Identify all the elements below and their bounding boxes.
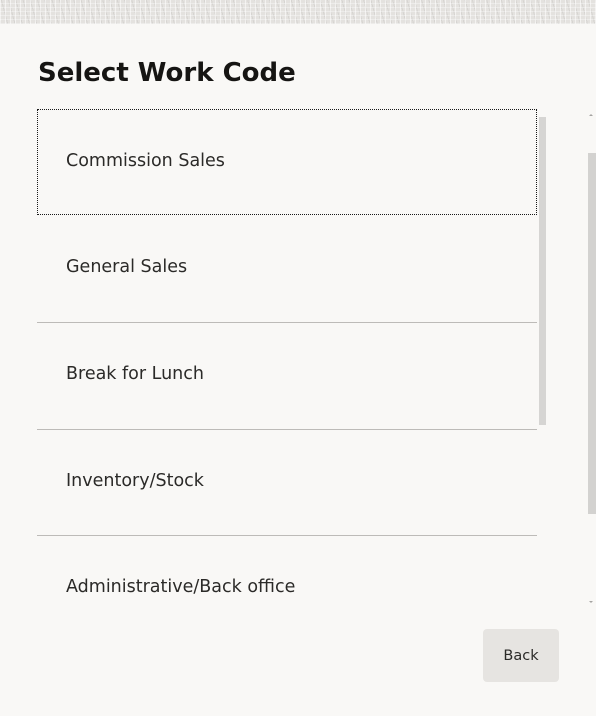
list-scrollbar-thumb[interactable] [539,117,546,425]
work-code-item-commission-sales[interactable]: Commission Sales [37,109,537,215]
work-code-item-administrative-back-office[interactable]: Administrative/Back office [37,536,537,607]
select-work-code-dialog: Select Work Code Commission Sales Genera… [0,24,596,716]
dialog-title: Select Work Code [38,58,296,88]
work-code-label: Commission Sales [66,151,225,171]
work-code-label: Break for Lunch [66,364,204,384]
work-code-item-break-for-lunch[interactable]: Break for Lunch [37,323,537,429]
work-code-label: General Sales [66,257,188,277]
work-code-item-inventory-stock[interactable]: Inventory/Stock [37,430,537,535]
scroll-up-arrow-icon[interactable] [589,114,593,116]
scroll-down-arrow-icon[interactable] [589,601,593,603]
work-code-label: Administrative/Back office [66,577,296,597]
work-code-label: Inventory/Stock [66,471,204,491]
dialog-scrollbar-thumb[interactable] [588,153,596,514]
work-code-list[interactable]: Commission Sales General Sales Break for… [37,109,537,607]
back-button[interactable]: Back [483,629,559,682]
work-code-item-general-sales[interactable]: General Sales [37,216,537,322]
background-texture-strip [0,0,596,24]
